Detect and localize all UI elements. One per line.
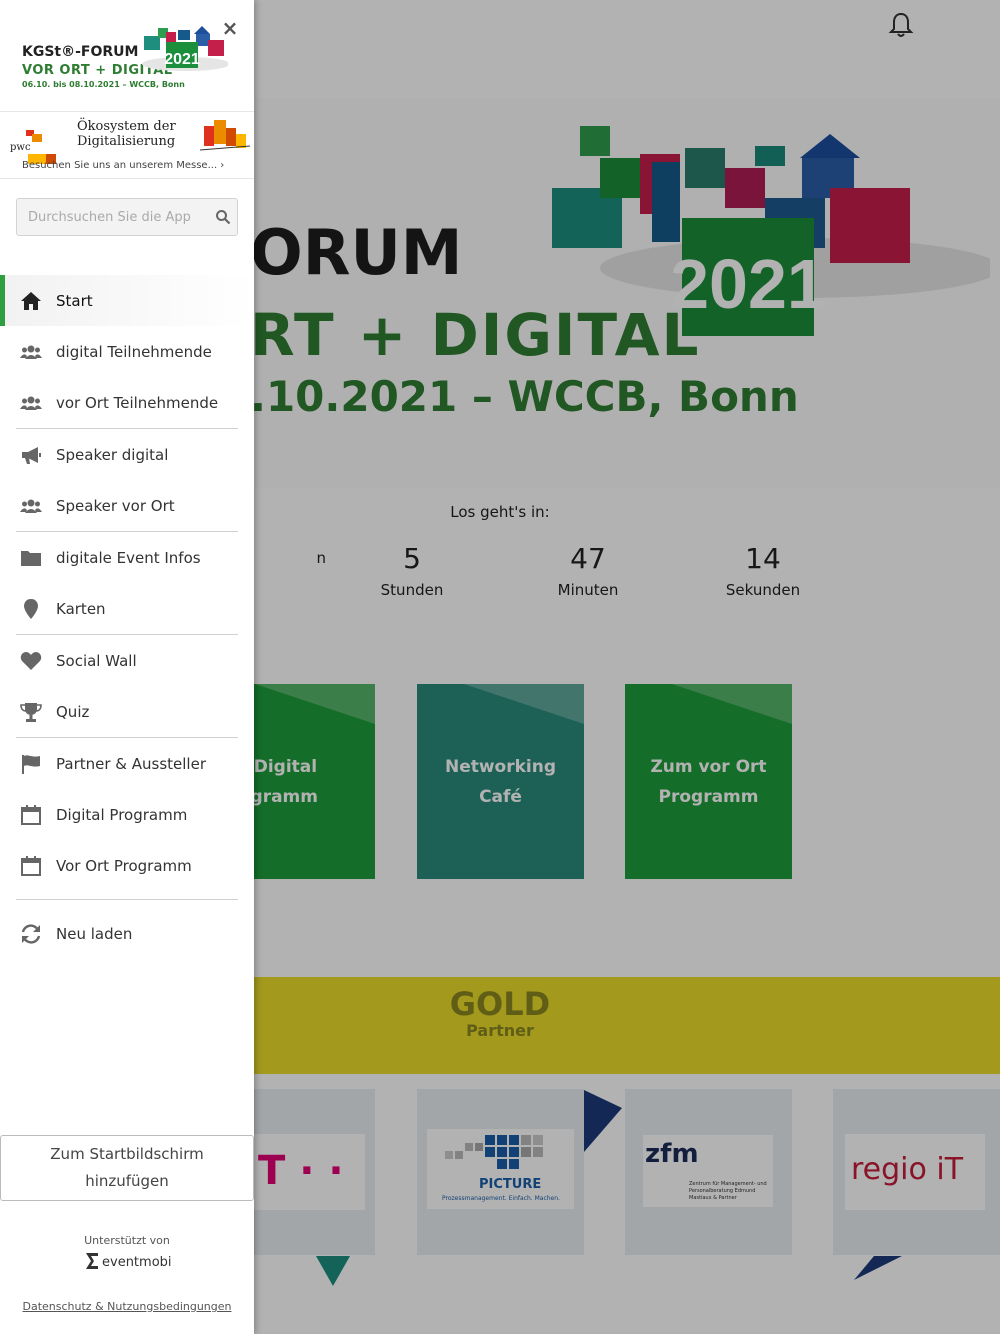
menu-item-label: Quiz <box>56 702 90 721</box>
menu-item-label: Vor Ort Programm <box>56 856 192 875</box>
menu-item-quiz[interactable]: Quiz <box>0 686 254 737</box>
home-icon <box>21 292 41 310</box>
trophy-icon <box>20 703 42 722</box>
menu-item-start[interactable]: Start <box>0 275 254 326</box>
heart-icon <box>20 652 42 670</box>
megaphone-icon <box>22 447 41 464</box>
flag-icon <box>22 755 40 774</box>
pwc-logo-text: pwc <box>10 142 31 153</box>
calendar-icon <box>21 805 41 825</box>
brand-cubes-logo: 2021 <box>142 26 228 71</box>
close-icon[interactable]: × <box>220 18 240 38</box>
users-icon <box>20 345 42 359</box>
menu-item-digitale-event-infos[interactable]: digitale Event Infos <box>0 532 254 583</box>
menu-item-vor-ort-teilnehmende[interactable]: vor Ort Teilnehmende <box>0 377 254 428</box>
menu-item-digital-teilnehmende[interactable]: digital Teilnehmende <box>0 326 254 377</box>
menu-item-label: digitale Event Infos <box>56 548 201 567</box>
menu-item-label: Karten <box>56 599 106 618</box>
nav-menu: Start digital Teilnehmende vor Ort Teiln… <box>0 275 254 959</box>
users-icon <box>20 396 42 410</box>
brand-cube-year: 2021 <box>164 51 200 68</box>
menu-item-label: Neu laden <box>56 924 133 943</box>
search-input[interactable] <box>17 199 207 235</box>
search-box <box>16 198 238 236</box>
menu-item-speaker-vor-ort[interactable]: Speaker vor Ort <box>0 480 254 531</box>
navigation-drawer: KGSt®-FORUM VOR ORT + DIGITAL 06.10. bis… <box>0 0 254 1334</box>
users-icon <box>20 499 42 513</box>
folder-icon <box>21 551 41 566</box>
banner-text: Ökosystem der Digitalisierung <box>77 119 176 149</box>
search-icon[interactable] <box>215 209 231 225</box>
menu-item-social-wall[interactable]: Social Wall <box>0 635 254 686</box>
menu-item-label: digital Teilnehmende <box>56 342 212 361</box>
menu-item-label: Speaker digital <box>56 445 169 464</box>
event-brand: KGSt®-FORUM VOR ORT + DIGITAL 06.10. bis… <box>0 0 254 112</box>
banner-link[interactable]: Besuchen Sie uns an unserem Messe... › <box>22 160 224 171</box>
menu-item-neu-laden[interactable]: Neu laden <box>0 908 254 959</box>
add-home-line1: Zum Startbildschirm <box>50 1145 204 1163</box>
menu-item-label: vor Ort Teilnehmende <box>56 393 219 412</box>
eventmobi-logo-text: eventmobi <box>102 1255 172 1270</box>
powered-by-label: Unterstützt von <box>84 1234 170 1247</box>
menu-item-digital-programm[interactable]: Digital Programm <box>0 789 254 840</box>
sponsor-banner[interactable]: pwc Ökosystem der Digitalisierung Besuch… <box>0 112 254 179</box>
map-pin-icon <box>24 599 38 619</box>
brand-dates: 06.10. bis 08.10.2021 – WCCB, Bonn <box>22 80 185 89</box>
menu-item-vor-ort-programm[interactable]: Vor Ort Programm <box>0 840 254 891</box>
refresh-icon <box>21 924 41 944</box>
menu-item-label: Start <box>56 291 93 310</box>
menu-item-speaker-digital[interactable]: Speaker digital <box>0 429 254 480</box>
banner-illustration <box>200 120 250 151</box>
calendar-icon <box>21 856 41 876</box>
privacy-link[interactable]: Datenschutz & Nutzungsbedingungen <box>0 1300 254 1313</box>
menu-item-label: Partner & Aussteller <box>56 754 206 773</box>
menu-item-label: Speaker vor Ort <box>56 496 175 515</box>
add-to-homescreen-button[interactable]: Zum Startbildschirm hinzufügen <box>0 1135 254 1201</box>
brand-name: KGSt®-FORUM <box>22 44 139 60</box>
menu-item-label: Digital Programm <box>56 805 188 824</box>
menu-item-label: Social Wall <box>56 651 137 670</box>
eventmobi-logo[interactable]: eventmobi <box>84 1251 174 1273</box>
menu-item-karten[interactable]: Karten <box>0 583 254 634</box>
add-home-line2: hinzufügen <box>85 1172 169 1190</box>
menu-item-partner-aussteller[interactable]: Partner & Aussteller <box>0 738 254 789</box>
